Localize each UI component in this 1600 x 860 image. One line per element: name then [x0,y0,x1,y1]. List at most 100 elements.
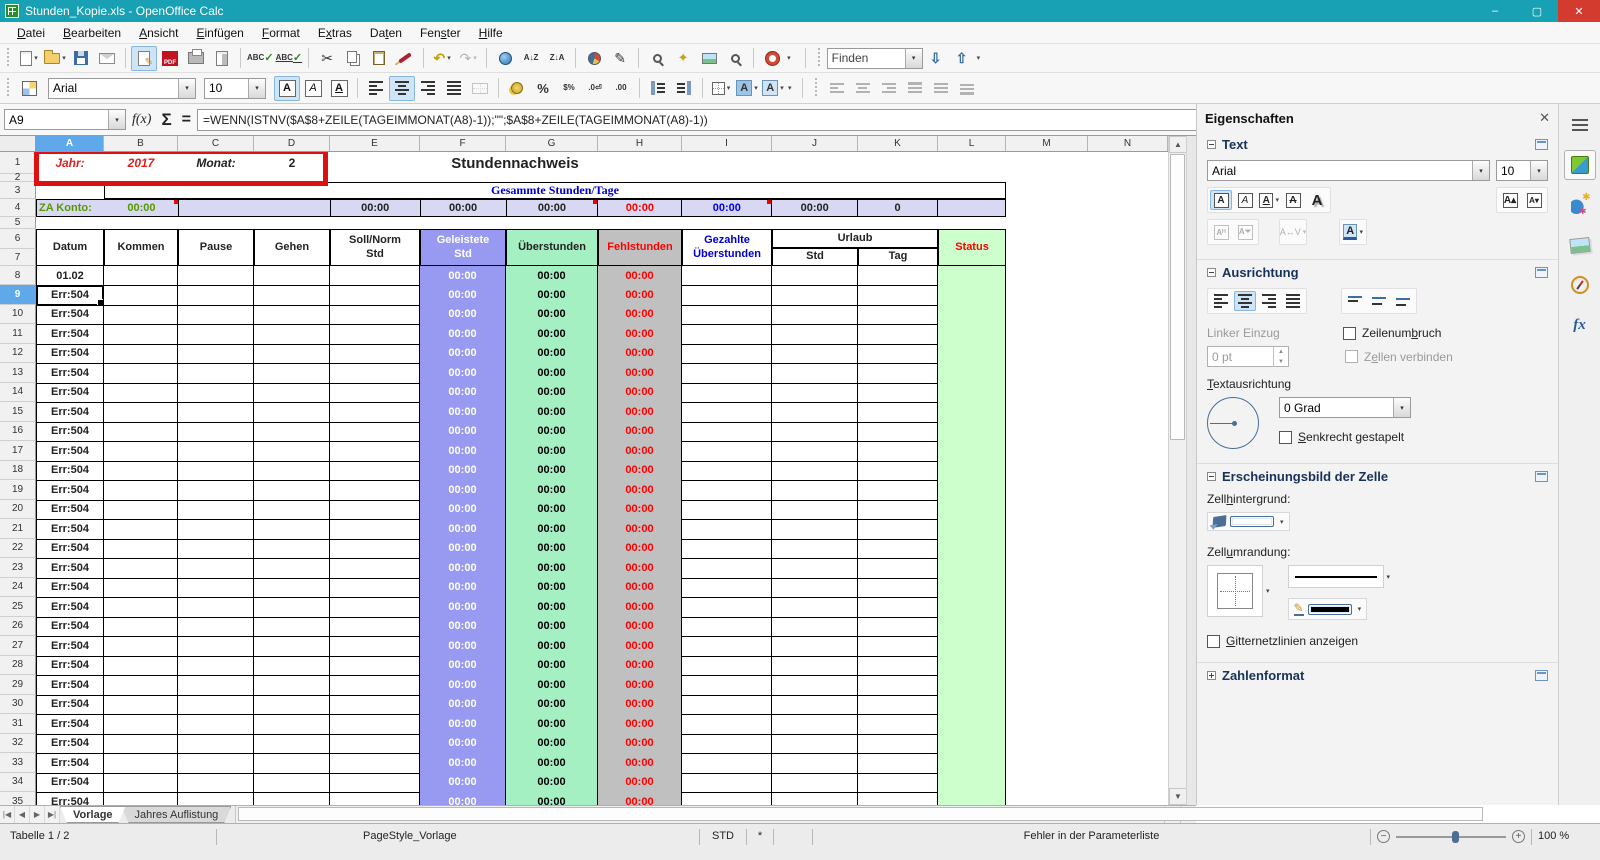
decrease-indent-button[interactable] [645,76,671,101]
cell-H26[interactable]: 00:00 [598,616,682,637]
cell-A26[interactable]: Err:504 [36,616,104,637]
cell-L32[interactable] [938,733,1006,754]
cell-E10[interactable] [330,304,420,325]
cell-B21[interactable] [104,519,178,540]
cell-D18[interactable] [254,460,330,481]
align-objects-left-button[interactable] [824,76,850,101]
cell-E19[interactable] [330,480,420,501]
cell-E23[interactable] [330,558,420,579]
font-color-button[interactable]: A ▾ [760,76,786,101]
cell-J28[interactable] [772,655,858,676]
line-color-button[interactable]: ✎ ▾ [1287,598,1368,620]
cell-G29[interactable]: 00:00 [506,675,598,696]
add-decimal-button[interactable]: .0⏎ [582,76,608,101]
name-box-dropdown-icon[interactable]: ▾ [108,110,125,129]
vertical-scrollbar-thumb[interactable] [1170,154,1185,440]
cell-C16[interactable] [178,421,254,442]
cell-I14[interactable] [682,382,772,403]
cell-E34[interactable] [330,772,420,793]
cell-F27[interactable]: 00:00 [420,636,506,657]
export-pdf-button[interactable]: PDF [157,46,183,71]
cell-J19[interactable] [772,480,858,501]
zoom-out-icon[interactable]: − [1377,830,1390,843]
cell-I29[interactable] [682,675,772,696]
cell-G21[interactable]: 00:00 [506,519,598,540]
cell-K26[interactable] [858,616,938,637]
cell-J13[interactable] [772,363,858,384]
header-kommen[interactable]: Kommen [104,229,178,266]
cell-A28[interactable]: Err:504 [36,655,104,676]
sheet-tab-jahres-auflistung[interactable]: Jahres Auflistung [122,806,232,823]
cell-G22[interactable]: 00:00 [506,538,598,559]
row-header-30[interactable]: 30 [0,694,36,714]
cell-J16[interactable] [772,421,858,442]
sidebar-bold-button[interactable]: A [1210,190,1232,210]
cell-H29[interactable]: 00:00 [598,675,682,696]
cell-G17[interactable]: 00:00 [506,441,598,462]
background-color-dropdown-icon[interactable]: ▾ [1280,518,1284,526]
cell-L24[interactable] [938,577,1006,598]
cell-A11[interactable]: Err:504 [36,324,104,345]
merge-cells-checkbox[interactable] [1345,350,1358,363]
superscript-button[interactable]: Aᴴ [1210,222,1232,242]
cell-A17[interactable]: Err:504 [36,441,104,462]
align-top-button[interactable] [1344,291,1366,311]
cell-K15[interactable] [858,402,938,423]
cell-F12[interactable]: 00:00 [420,343,506,364]
sidebar-align-justified-button[interactable] [1282,291,1304,311]
cell-C28[interactable] [178,655,254,676]
cell-B31[interactable] [104,714,178,735]
row-header-32[interactable]: 32 [0,733,36,753]
cell-K32[interactable] [858,733,938,754]
cell-F21[interactable]: 00:00 [420,519,506,540]
cell-G15[interactable]: 00:00 [506,402,598,423]
row-header-12[interactable]: 12 [0,343,36,363]
cell-A30[interactable]: Err:504 [36,694,104,715]
underline-button[interactable]: A [326,76,352,101]
cell-za-konto-label[interactable]: ZA Konto: [37,200,105,216]
cell-L21[interactable] [938,519,1006,540]
header-soll-norm-std[interactable]: Soll/Norm Std [330,229,420,266]
cell-J23[interactable] [772,558,858,579]
cell-C30[interactable] [178,694,254,715]
vertically-stacked-checkbox[interactable] [1279,430,1292,444]
menu-format[interactable]: Format [253,24,309,42]
cell-C34[interactable] [178,772,254,793]
find-combobox[interactable]: ▾ [826,47,923,69]
collapse-alignment-icon[interactable] [1207,267,1216,277]
cell-D21[interactable] [254,519,330,540]
sidebar-align-left-button[interactable] [1210,291,1232,311]
find-input[interactable] [827,51,905,65]
cell-E15[interactable] [330,402,420,423]
cell-E16[interactable] [330,421,420,442]
previous-sheet-icon[interactable]: ◀ [15,806,30,823]
cell-J27[interactable] [772,636,858,657]
formatting-toolbar-grip[interactable] [5,78,12,98]
row-header-27[interactable]: 27 [0,636,36,656]
cell-E18[interactable] [330,460,420,481]
cell-L12[interactable] [938,343,1006,364]
column-header-L[interactable]: L [938,136,1006,151]
format-paintbrush-button[interactable] [392,46,418,71]
cell-C32[interactable] [178,733,254,754]
row-header-14[interactable]: 14 [0,382,36,402]
align-vcenter-button[interactable] [1368,291,1390,311]
cell-K31[interactable] [858,714,938,735]
cell-A25[interactable]: Err:504 [36,597,104,618]
cell-L34[interactable] [938,772,1006,793]
cell-G11[interactable]: 00:00 [506,324,598,345]
cell-F29[interactable]: 00:00 [420,675,506,696]
font-name-input[interactable] [49,81,178,95]
cell-K14[interactable] [858,382,938,403]
cell-G14[interactable]: 00:00 [506,382,598,403]
menu-fenster[interactable]: Fenster [411,24,470,42]
align-objects-center-button[interactable] [850,76,876,101]
cell-I24[interactable] [682,577,772,598]
cell-H35[interactable]: 00:00 [598,792,682,805]
cell-e4[interactable]: 00:00 [331,200,421,216]
row-header-2[interactable]: 2 [0,172,36,183]
cell-H25[interactable]: 00:00 [598,597,682,618]
cell-L18[interactable] [938,460,1006,481]
column-header-J[interactable]: J [772,136,858,151]
cell-B15[interactable] [104,402,178,423]
